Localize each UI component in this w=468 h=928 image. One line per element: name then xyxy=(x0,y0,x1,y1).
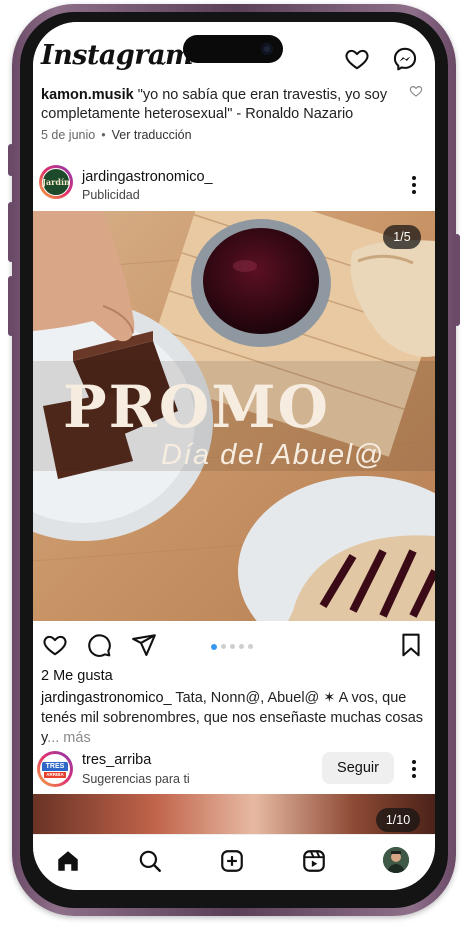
save-icon[interactable] xyxy=(398,632,424,658)
post-username[interactable]: jardingastronomico_ xyxy=(82,169,213,185)
carousel-counter: 1/5 xyxy=(383,225,421,249)
messenger-icon[interactable] xyxy=(392,46,418,72)
phone-button-power xyxy=(454,234,460,326)
previous-post-meta: 5 de junio • Ver traducción xyxy=(41,128,192,142)
follow-button[interactable]: Seguir xyxy=(322,752,394,784)
post-image-carousel[interactable]: 1/5 PROMO Día del Abuel@ xyxy=(33,211,435,621)
instagram-logo[interactable]: Instagram xyxy=(41,40,194,71)
carousel-dot xyxy=(221,644,226,649)
like-icon[interactable] xyxy=(42,632,68,658)
home-icon[interactable] xyxy=(55,848,81,874)
caption-username[interactable]: jardingastronomico_ xyxy=(41,690,172,706)
avatar-text-bottom: ARRIBA xyxy=(44,772,66,778)
profile-avatar[interactable] xyxy=(383,847,409,873)
profile-photo xyxy=(383,847,409,873)
suggested-label: Sugerencias para ti xyxy=(82,772,190,786)
suggested-avatar[interactable]: TRES ARRIBA xyxy=(37,751,73,787)
chevron-down-icon[interactable]: ⌄ xyxy=(157,52,169,69)
previous-post-username[interactable]: kamon.musik xyxy=(41,87,134,103)
carousel-dot xyxy=(239,644,244,649)
promo-title: PROMO xyxy=(63,373,331,441)
previous-post-date: 5 de junio xyxy=(41,128,96,142)
post-actions xyxy=(33,628,435,664)
share-icon[interactable] xyxy=(131,632,157,658)
suggested-avatar-logo: TRES ARRIBA xyxy=(40,754,70,784)
post-sponsored-label: Publicidad xyxy=(82,188,140,202)
previous-post-caption: kamon.musik "yo no sabía que eran traves… xyxy=(41,86,426,124)
dynamic-island xyxy=(183,35,283,63)
phone-button-volume-down xyxy=(8,276,14,336)
suggested-post-header: TRES ARRIBA tres_arriba Sugerencias para… xyxy=(33,748,435,792)
carousel-dots xyxy=(211,643,253,650)
promo-subtitle: Día del Abuel@ xyxy=(161,439,385,471)
reels-icon[interactable] xyxy=(301,848,327,874)
more-options-icon[interactable] xyxy=(409,174,419,196)
carousel-dot-active xyxy=(211,643,217,650)
like-count[interactable]: 2 Me gusta xyxy=(41,668,113,684)
suggested-username[interactable]: tres_arriba xyxy=(82,752,151,768)
post-avatar-logo: Jardín xyxy=(42,168,70,196)
post-caption: jardingastronomico_ Tata, Nonn@, Abuel@ … xyxy=(41,688,433,748)
carousel-dot xyxy=(248,644,253,649)
post-header: Jardín jardingastronomico_ Publicidad xyxy=(33,162,435,212)
meta-separator: • xyxy=(101,128,106,142)
bottom-tab-bar xyxy=(33,834,435,890)
caption-more-link[interactable]: ... más xyxy=(47,730,91,746)
comment-icon[interactable] xyxy=(86,632,112,658)
carousel-dot xyxy=(230,644,235,649)
avatar-text-top: TRES xyxy=(42,762,68,771)
comment-like-heart-icon[interactable] xyxy=(409,84,423,98)
screen: Instagram ⌄ kamon.musik "yo no sabía que… xyxy=(33,22,435,890)
post-avatar[interactable]: Jardín xyxy=(39,165,73,199)
phone-button-volume-up xyxy=(8,202,14,262)
phone-button-mute xyxy=(8,144,14,176)
create-icon[interactable] xyxy=(219,848,245,874)
heart-icon[interactable] xyxy=(344,46,370,72)
front-camera xyxy=(261,43,273,55)
more-options-icon[interactable] xyxy=(409,758,419,780)
search-icon[interactable] xyxy=(137,848,163,874)
translate-link[interactable]: Ver traducción xyxy=(112,128,192,142)
carousel-counter: 1/10 xyxy=(376,808,420,832)
